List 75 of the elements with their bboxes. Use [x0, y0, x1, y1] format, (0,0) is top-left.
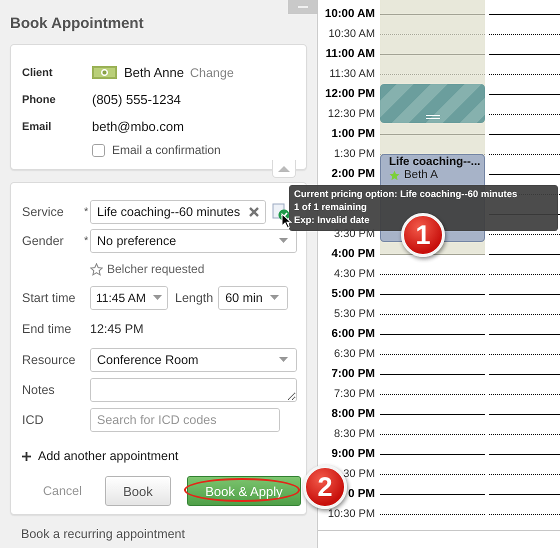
- client-name: Beth A: [404, 169, 438, 181]
- time-label: 2:00 PM: [332, 167, 376, 182]
- field-label: ICD: [22, 412, 45, 426]
- time-label: 12:00 PM: [325, 87, 376, 102]
- time-label: 8:30 PM: [334, 427, 376, 442]
- required-mark: *: [84, 206, 90, 218]
- resource-select[interactable]: Conference Room: [90, 348, 297, 372]
- field-label: End time: [22, 322, 72, 336]
- caret-icon: [279, 357, 288, 362]
- time-label: 5:00 PM: [332, 287, 376, 302]
- clear-icon[interactable]: [249, 206, 259, 216]
- star-icon: [90, 262, 103, 276]
- tooltip-text: Exp: Invalid date: [294, 214, 370, 227]
- collapse-tab[interactable]: [272, 160, 296, 178]
- time-label: 10:00 AM: [324, 7, 376, 22]
- length-select[interactable]: 60 min: [218, 286, 288, 310]
- time-label: 6:00 PM: [332, 327, 376, 342]
- gender-select[interactable]: No preference: [90, 228, 297, 252]
- add-appointment-link[interactable]: Add another appointment: [22, 446, 178, 466]
- tooltip-text: 1 of 1 remaining: [294, 201, 368, 214]
- triangle-up-icon: [278, 166, 290, 172]
- minimize-button[interactable]: [288, 0, 318, 14]
- field-label: Notes: [22, 382, 56, 396]
- caret-icon: [270, 295, 280, 300]
- service-field[interactable]: Life coaching--60 minutes: [90, 200, 266, 224]
- field-label: Start time: [22, 290, 76, 304]
- field-label: Phone: [22, 94, 57, 106]
- time-label: 4:00 PM: [332, 247, 376, 262]
- change-link[interactable]: Change: [190, 66, 234, 80]
- start-time-select[interactable]: 11:45 AM: [90, 286, 168, 310]
- time-label: 10:30 AM: [328, 27, 376, 42]
- required-mark: *: [84, 234, 90, 246]
- time-label: 0 PM: [348, 487, 376, 502]
- resize-handle[interactable]: [426, 115, 440, 119]
- field-value: beth@mbo.com: [92, 119, 184, 134]
- tooltip-text: Current pricing option: Life coaching--60 minutes: [294, 188, 518, 201]
- caret-icon: [153, 295, 162, 300]
- notes-field[interactable]: [90, 378, 297, 402]
- time-label: 3:30 PM: [334, 227, 376, 242]
- time-label: 7:30 PM: [334, 387, 376, 402]
- field-value: (805) 555-1234: [92, 92, 181, 107]
- time-label: 10:30 PM: [328, 507, 376, 522]
- time-label: 4:30 PM: [334, 267, 376, 282]
- time-label: 11:00 AM: [326, 47, 376, 62]
- checkbox[interactable]: [92, 144, 105, 156]
- caret-icon: [279, 238, 288, 243]
- time-label: 6:30 PM: [334, 347, 376, 362]
- panel-title: Book Appointment: [10, 15, 144, 32]
- checkbox-label: Email a confirmation: [112, 143, 221, 157]
- mouse-pointer-icon: [281, 213, 292, 229]
- star-icon: [389, 170, 400, 180]
- recurring-link[interactable]: Book a recurring appointment: [21, 527, 185, 541]
- field-label: Email: [22, 120, 52, 132]
- blocked-time-block[interactable]: [380, 84, 485, 123]
- time-label: 5:30 PM: [334, 307, 376, 322]
- staff-request: Belcher requested: [107, 262, 204, 276]
- time-label: 9:00 PM: [332, 447, 376, 462]
- plus-icon: [22, 452, 31, 460]
- time-label: 11:30 AM: [329, 67, 376, 82]
- field-label: Service: [22, 204, 65, 218]
- field-value: Life coaching--60 minutes: [97, 204, 240, 218]
- field-label: Gender: [22, 234, 65, 248]
- money-icon: [92, 66, 117, 79]
- time-label: 7:00 PM: [332, 367, 376, 382]
- book-button[interactable]: Book: [104, 476, 171, 506]
- field-label: Resource: [22, 352, 76, 366]
- field-label: Length: [175, 290, 214, 304]
- client-name: Beth Anne: [124, 65, 184, 80]
- time-label: 8:00 PM: [332, 407, 376, 422]
- time-label: 12:30 PM: [328, 107, 376, 122]
- time-label: 1:00 PM: [332, 127, 376, 142]
- end-time-value: 12:45 PM: [90, 322, 144, 336]
- icd-search-field[interactable]: Search for ICD codes: [90, 408, 280, 432]
- field-label: Client: [22, 66, 54, 78]
- time-label: 1:30 PM: [334, 147, 376, 162]
